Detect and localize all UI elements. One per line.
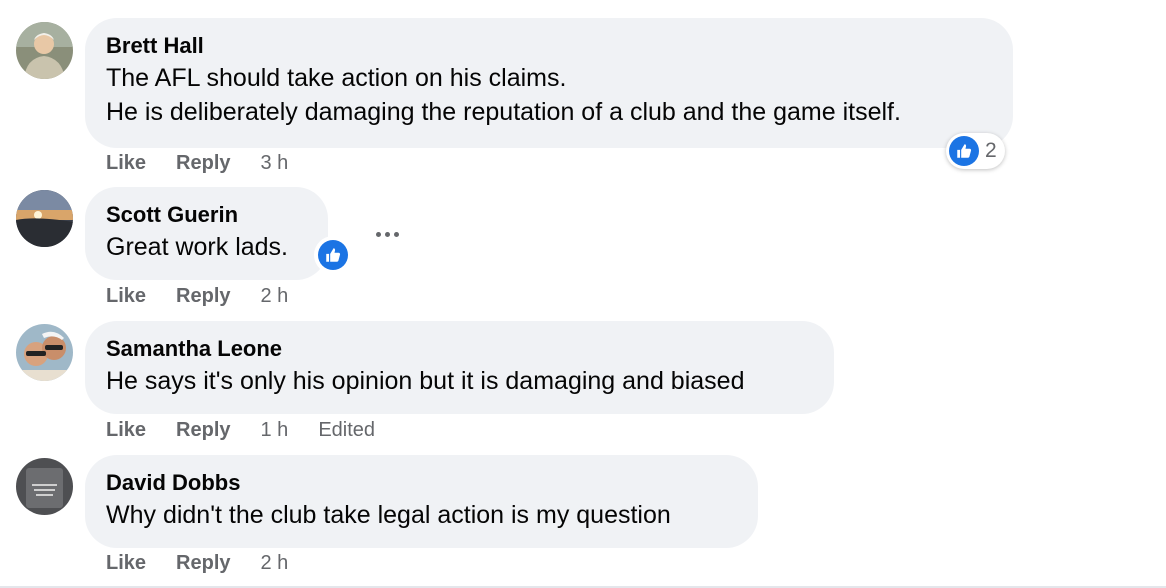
comment-text: He says it's only his opinion but it is … [106,367,745,395]
reaction-summary[interactable] [314,236,352,274]
reply-button[interactable]: Reply [176,419,230,442]
reply-button[interactable]: Reply [176,152,230,175]
comment-author[interactable]: David Dobbs [106,469,737,497]
avatar[interactable] [16,324,73,381]
more-icon [375,231,381,237]
comment-bubble: David Dobbs Why didn't the club take leg… [85,455,758,548]
like-button[interactable]: Like [106,419,146,442]
reaction-count: 2 [985,139,997,162]
timestamp[interactable]: 2 h [261,285,289,308]
edited-label: Edited [318,418,376,441]
avatar[interactable] [16,190,73,247]
comment-actions: Like Reply 2 h [106,548,318,578]
comment-author[interactable]: Scott Guerin [106,201,307,229]
comment-text: The AFL should take action on his claims… [106,64,567,92]
reaction-summary[interactable]: 2 [946,133,1005,169]
comment-text: Why didn't the club take legal action is… [106,501,671,529]
comment-actions: Like Reply 1 h Edited [106,415,405,445]
comment-bubble: Samantha Leone He says it's only his opi… [85,321,834,414]
comment-author[interactable]: Brett Hall [106,32,992,60]
thumbs-up-icon [949,136,979,166]
reply-button[interactable]: Reply [176,552,230,575]
reply-button[interactable]: Reply [176,285,230,308]
like-button[interactable]: Like [106,152,146,175]
thumbs-up-icon [318,240,348,270]
like-button[interactable]: Like [106,285,146,308]
avatar[interactable] [16,22,73,79]
comment-text: He is deliberately damaging the reputati… [106,98,901,126]
like-button[interactable]: Like [106,552,146,575]
comment-author[interactable]: Samantha Leone [106,335,813,363]
comment-actions: Like Reply 3 h [106,148,318,178]
comment-text: Great work lads. [106,233,289,261]
comment-bubble: Scott Guerin Great work lads. [85,187,328,280]
avatar[interactable] [16,458,73,515]
timestamp[interactable]: 1 h [261,419,289,442]
comment-bubble: Brett Hall The AFL should take action on… [85,18,1013,148]
comment-actions: Like Reply 2 h [106,281,318,311]
timestamp[interactable]: 2 h [261,552,289,575]
timestamp[interactable]: 3 h [261,152,289,175]
more-options-button[interactable] [367,219,407,249]
